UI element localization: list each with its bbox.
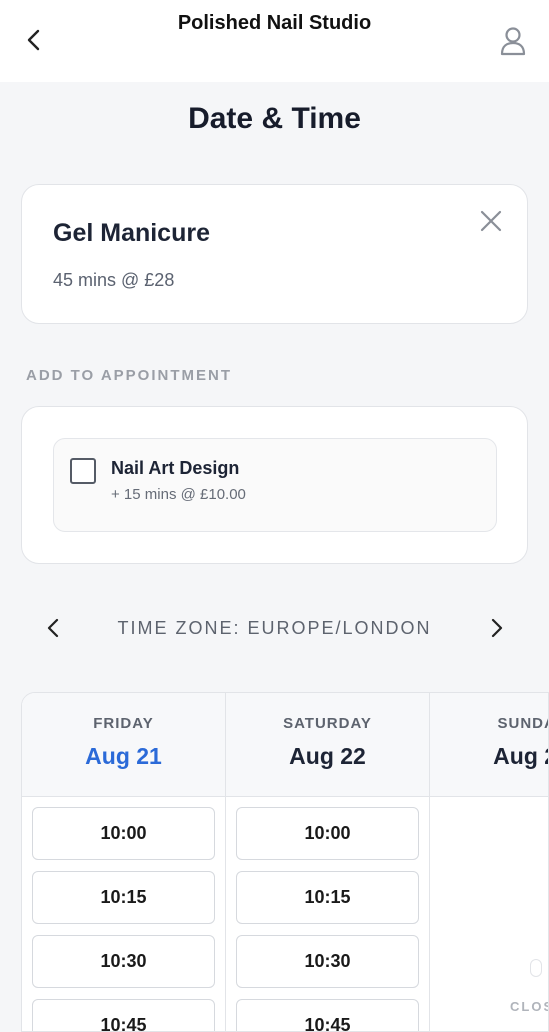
remove-service-button[interactable] [479, 209, 503, 233]
close-icon [480, 210, 502, 232]
addon-name: Nail Art Design [111, 458, 240, 478]
day-date: Aug 23 [493, 743, 548, 769]
day-of-week: SUNDAY [497, 715, 548, 732]
app-title: Polished Nail Studio [177, 12, 372, 34]
day-column-sunday: SUNDAY Aug 23 CLOSED [430, 693, 548, 1031]
time-slot[interactable]: 10:45 [236, 999, 419, 1031]
day-column-saturday: SATURDAY Aug 22 10:00 10:15 10:30 10:45 [226, 693, 430, 1031]
day-header: FRIDAY Aug 21 [22, 693, 225, 797]
user-icon [500, 27, 526, 56]
closed-indicator [530, 959, 542, 977]
day-of-week: FRIDAY [93, 715, 154, 732]
day-header: SUNDAY Aug 23 [430, 693, 548, 797]
next-week-button[interactable] [484, 616, 508, 640]
selected-service-card: Gel Manicure 45 mins @ £28 [21, 184, 528, 324]
time-slot[interactable]: 10:15 [32, 871, 215, 924]
time-slot[interactable]: 10:15 [236, 871, 419, 924]
day-date: Aug 21 [85, 743, 162, 769]
profile-button[interactable] [499, 26, 527, 56]
add-to-appointment-heading: ADD TO APPOINTMENT [26, 367, 233, 384]
day-date: Aug 22 [289, 743, 366, 769]
top-bar: Polished Nail Studio [0, 0, 549, 82]
addon-checkbox[interactable] [70, 458, 96, 484]
day-of-week: SATURDAY [283, 715, 372, 732]
service-detail: 45 mins @ £28 [53, 270, 175, 290]
time-slot[interactable]: 10:30 [32, 935, 215, 988]
timezone-label: TIME ZONE: EUROPE/LONDON [117, 618, 432, 638]
day-header: SATURDAY Aug 22 [226, 693, 429, 797]
day-column-friday: FRIDAY Aug 21 10:00 10:15 10:30 10:45 [22, 693, 226, 1031]
service-name: Gel Manicure [53, 219, 210, 247]
closed-label: CLOSED [510, 999, 548, 1014]
addon-card: Nail Art Design + 15 mins @ £10.00 [21, 406, 528, 564]
timezone-row: TIME ZONE: EUROPE/LONDON [0, 612, 549, 644]
time-slot[interactable]: 10:00 [236, 807, 419, 860]
page-title: Date & Time [188, 102, 361, 135]
availability-calendar: FRIDAY Aug 21 10:00 10:15 10:30 10:45 SA… [21, 692, 549, 1032]
time-slot[interactable]: 10:45 [32, 999, 215, 1031]
addon-detail: + 15 mins @ £10.00 [111, 486, 246, 503]
addon-item-nail-art[interactable]: Nail Art Design + 15 mins @ £10.00 [53, 438, 497, 532]
chevron-right-icon [491, 618, 503, 638]
time-slot[interactable]: 10:00 [32, 807, 215, 860]
time-slot[interactable]: 10:30 [236, 935, 419, 988]
